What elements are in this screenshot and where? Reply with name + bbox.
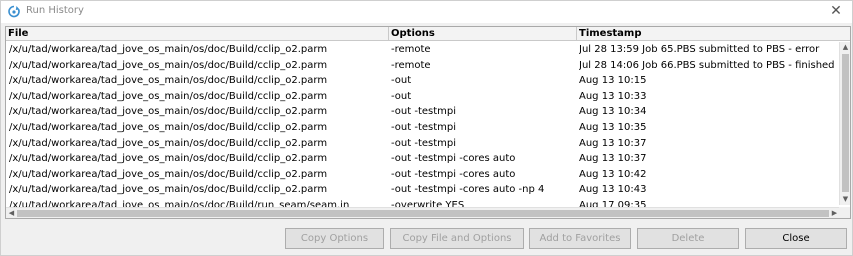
cell-timestamp: Aug 13 10:33 [579, 90, 647, 102]
table-row[interactable]: /x/u/tad/workarea/tad_jove_os_main/os/do… [6, 151, 840, 167]
cell-options: -remote [391, 59, 431, 71]
column-header-timestamp[interactable]: Timestamp [577, 27, 839, 41]
horizontal-scroll-thumb[interactable] [17, 210, 829, 217]
cell-timestamp: Aug 13 10:37 [579, 153, 647, 165]
table-row[interactable]: /x/u/tad/workarea/tad_jove_os_main/os/do… [6, 182, 840, 198]
cell-timestamp: Aug 13 10:35 [579, 121, 647, 133]
table-header: File Options Timestamp [6, 27, 850, 41]
copy-file-and-options-button[interactable]: Copy File and Options [390, 228, 524, 249]
table-row[interactable]: /x/u/tad/workarea/tad_jove_os_main/os/do… [6, 136, 840, 152]
cell-file: /x/u/tad/workarea/tad_jove_os_main/os/do… [9, 90, 328, 102]
column-header-options[interactable]: Options [389, 27, 577, 41]
scroll-down-arrow-icon[interactable]: ▼ [840, 194, 850, 205]
vertical-scrollbar[interactable]: ▲ ▼ [839, 42, 850, 205]
cell-file: /x/u/tad/workarea/tad_jove_os_main/os/do… [9, 106, 328, 118]
cell-timestamp: Aug 13 10:15 [579, 75, 647, 87]
cell-file: /x/u/tad/workarea/tad_jove_os_main/os/do… [9, 121, 328, 133]
cell-options: -out [391, 90, 412, 102]
cell-file: /x/u/tad/workarea/tad_jove_os_main/os/do… [9, 75, 328, 87]
delete-button[interactable]: Delete [637, 228, 739, 249]
cell-options: -out -testmpi -cores auto -np 4 [391, 184, 545, 196]
window-title: Run History [26, 5, 84, 16]
table-row[interactable]: /x/u/tad/workarea/tad_jove_os_main/os/do… [6, 167, 840, 183]
cell-timestamp: Jul 28 14:06 Job 66.PBS submitted to PBS… [579, 59, 835, 71]
cell-options: -out -testmpi -cores auto [391, 153, 516, 165]
cell-options: -out [391, 75, 412, 87]
cell-options: -out -testmpi [391, 106, 457, 118]
table-row[interactable]: /x/u/tad/workarea/tad_jove_os_main/os/do… [6, 58, 840, 74]
cell-timestamp: Jul 28 13:59 Job 65.PBS submitted to PBS… [579, 44, 820, 55]
cell-options: -out -testmpi [391, 137, 457, 149]
title-bar: Run History ✕ [1, 1, 852, 23]
cell-options: -remote [391, 44, 431, 55]
cell-options: -out -testmpi -cores auto [391, 168, 516, 180]
add-to-favorites-button[interactable]: Add to Favorites [529, 228, 631, 249]
close-icon[interactable]: ✕ [828, 3, 844, 19]
cell-options: -out -testmpi [391, 121, 457, 133]
cell-file: /x/u/tad/workarea/tad_jove_os_main/os/do… [9, 184, 328, 196]
horizontal-scrollbar[interactable]: ◀ ▶ [6, 207, 840, 218]
run-history-app-icon [7, 5, 21, 19]
table-row[interactable]: /x/u/tad/workarea/tad_jove_os_main/os/do… [6, 104, 840, 120]
table-row[interactable]: /x/u/tad/workarea/tad_jove_os_main/os/do… [6, 89, 840, 105]
table-row[interactable]: /x/u/tad/workarea/tad_jove_os_main/os/do… [6, 73, 840, 89]
cell-file: /x/u/tad/workarea/tad_jove_os_main/os/do… [9, 168, 328, 180]
cell-file: /x/u/tad/workarea/tad_jove_os_main/os/do… [9, 59, 328, 71]
run-history-table: File Options Timestamp /x/u/tad/workarea… [5, 26, 851, 219]
cell-file: /x/u/tad/workarea/tad_jove_os_main/os/do… [9, 44, 328, 55]
scroll-left-arrow-icon[interactable]: ◀ [6, 208, 17, 218]
scrollbar-corner [839, 207, 850, 218]
cell-timestamp: Aug 13 10:42 [579, 168, 647, 180]
run-history-dialog: Run History ✕ File Options Timestamp /x/… [0, 0, 853, 256]
cell-timestamp: Aug 13 10:34 [579, 106, 647, 118]
table-body: /x/u/tad/workarea/tad_jove_os_main/os/do… [6, 42, 840, 214]
close-button[interactable]: Close [745, 228, 847, 249]
column-header-file[interactable]: File [6, 27, 389, 41]
vertical-scroll-thumb[interactable] [842, 54, 849, 192]
cell-file: /x/u/tad/workarea/tad_jove_os_main/os/do… [9, 153, 328, 165]
cell-file: /x/u/tad/workarea/tad_jove_os_main/os/do… [9, 137, 328, 149]
cell-timestamp: Aug 13 10:37 [579, 137, 647, 149]
table-row[interactable]: /x/u/tad/workarea/tad_jove_os_main/os/do… [6, 42, 840, 58]
copy-options-button[interactable]: Copy Options [285, 228, 384, 249]
scroll-up-arrow-icon[interactable]: ▲ [840, 42, 850, 53]
cell-timestamp: Aug 13 10:43 [579, 184, 647, 196]
table-row[interactable]: /x/u/tad/workarea/tad_jove_os_main/os/do… [6, 120, 840, 136]
